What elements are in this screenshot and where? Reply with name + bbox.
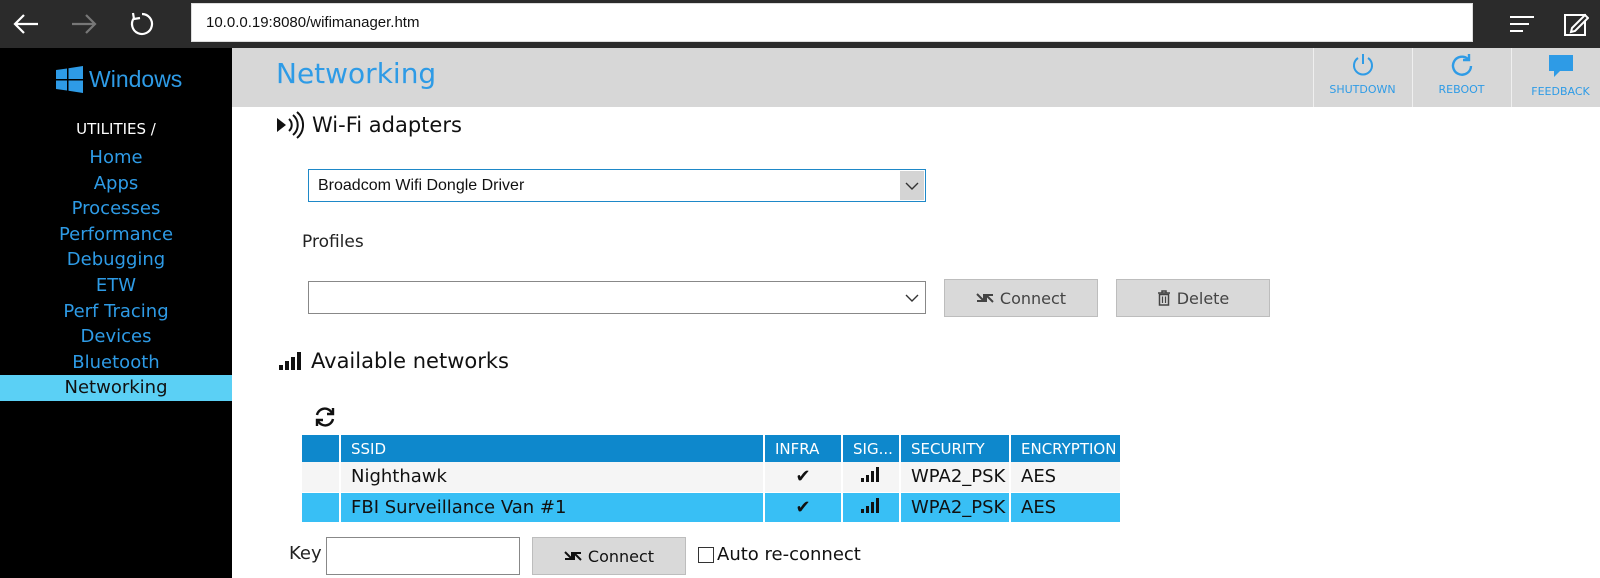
feedback-label: FEEDBACK — [1531, 85, 1590, 98]
windows-logo: Windows — [56, 66, 182, 93]
refresh-button[interactable] — [122, 6, 162, 42]
forward-button[interactable] — [64, 6, 104, 42]
key-label: Key — [289, 543, 322, 564]
sidebar-item-devices[interactable]: Devices — [0, 324, 232, 350]
security-cell: WPA2_PSK — [900, 492, 1011, 523]
sidebar-item-networking[interactable]: Networking — [0, 375, 232, 401]
auto-reconnect-label: Auto re-connect — [717, 544, 861, 565]
column-header-signal[interactable]: SIG... — [842, 435, 901, 462]
auto-reconnect-checkbox[interactable]: Auto re-connect — [698, 544, 861, 565]
power-icon — [1352, 54, 1373, 76]
adapter-dropdown-arrow[interactable] — [900, 171, 924, 200]
sidebar-item-bluetooth[interactable]: Bluetooth — [0, 350, 232, 376]
sidebar-item-perf-tracing[interactable]: Perf Tracing — [0, 299, 232, 325]
sidebar-item-apps[interactable]: Apps — [0, 171, 232, 197]
available-networks-title: Available networks — [311, 349, 509, 373]
network-connect-button[interactable]: Connect — [532, 537, 686, 575]
adapter-select-value: Broadcom Wifi Dongle Driver — [318, 176, 525, 194]
profile-delete-label: Delete — [1176, 288, 1230, 308]
web-note-icon — [1564, 13, 1589, 36]
ssid-cell: FBI Surveillance Van #1 — [340, 492, 765, 523]
feedback-icon — [1548, 55, 1573, 77]
column-header-ssid[interactable]: SSID — [340, 435, 765, 462]
sidebar-item-performance[interactable]: Performance — [0, 222, 232, 248]
signal-cell — [842, 492, 901, 523]
sidebar-item-home[interactable]: Home — [0, 145, 232, 171]
profile-delete-button[interactable]: Delete — [1116, 279, 1270, 317]
profile-connect-label: Connect — [999, 288, 1067, 308]
back-button[interactable] — [6, 6, 46, 42]
connect-icon — [564, 551, 582, 561]
row-select-cell[interactable] — [302, 492, 341, 523]
trash-icon — [1157, 290, 1170, 306]
signal-bars-icon — [279, 352, 301, 370]
wifi-adapters-heading: Wi-Fi adapters — [276, 110, 462, 140]
arrow-right-icon — [72, 14, 97, 34]
shutdown-label: SHUTDOWN — [1329, 83, 1396, 96]
ssid-cell: Nighthawk — [340, 462, 765, 493]
reboot-label: REBOOT — [1438, 83, 1485, 96]
signal-cell — [842, 462, 901, 493]
checkbox-box[interactable] — [698, 546, 714, 563]
infra-cell: ✔ — [764, 492, 843, 523]
column-header-security[interactable]: SECURITY — [900, 435, 1011, 462]
profile-select[interactable] — [308, 281, 926, 314]
arrow-left-icon — [13, 14, 38, 34]
page-title: Networking — [276, 57, 437, 90]
reboot-icon — [1451, 54, 1472, 76]
profile-dropdown-arrow[interactable] — [900, 283, 924, 312]
networks-table: SSID INFRA SIG... SECURITY ENCRYPTION Ni… — [302, 435, 1120, 523]
hub-icon — [1510, 16, 1534, 32]
chevron-down-icon — [905, 294, 919, 302]
column-header-encryption[interactable]: ENCRYPTION — [1010, 435, 1120, 462]
windows-icon — [56, 66, 83, 93]
row-select-cell[interactable] — [302, 462, 341, 493]
table-row[interactable]: Nighthawk ✔ WPA2_PSK AES — [302, 462, 1120, 493]
web-note-button[interactable] — [1556, 6, 1596, 42]
infra-cell: ✔ — [764, 462, 843, 493]
address-bar[interactable]: 10.0.0.19:8080/wifimanager.htm — [191, 3, 1473, 42]
connect-icon — [976, 293, 994, 303]
utilities-heading: UTILITIES / — [76, 120, 156, 138]
wifi-broadcast-icon — [277, 111, 304, 139]
column-header-infra[interactable]: INFRA — [764, 435, 843, 462]
column-header-select — [302, 435, 341, 462]
sidebar-item-processes[interactable]: Processes — [0, 196, 232, 222]
address-text: 10.0.0.19:8080/wifimanager.htm — [206, 14, 420, 31]
network-connect-label: Connect — [587, 546, 655, 566]
available-networks-heading: Available networks — [279, 349, 509, 373]
hub-button[interactable] — [1502, 6, 1542, 42]
encryption-cell: AES — [1010, 492, 1120, 523]
profile-connect-button[interactable]: Connect — [944, 279, 1098, 317]
table-row[interactable]: FBI Surveillance Van #1 ✔ WPA2_PSK AES — [302, 492, 1120, 523]
feedback-button[interactable]: FEEDBACK — [1511, 48, 1600, 107]
sidebar-item-debugging[interactable]: Debugging — [0, 247, 232, 273]
refresh-icon — [315, 407, 335, 427]
browser-toolbar: 10.0.0.19:8080/wifimanager.htm — [0, 0, 1600, 48]
profiles-label: Profiles — [302, 232, 364, 252]
encryption-cell: AES — [1010, 462, 1120, 493]
sidebar-nav: Home Apps Processes Performance Debuggin… — [0, 145, 232, 401]
adapter-select[interactable]: Broadcom Wifi Dongle Driver — [308, 169, 926, 202]
logo-text: Windows — [89, 66, 183, 92]
sidebar-item-etw[interactable]: ETW — [0, 273, 232, 299]
shutdown-button[interactable]: SHUTDOWN — [1313, 48, 1411, 107]
chevron-down-icon — [905, 182, 919, 190]
reboot-button[interactable]: REBOOT — [1412, 48, 1510, 107]
signal-bars-icon — [861, 467, 879, 483]
wifi-adapters-title: Wi-Fi adapters — [312, 113, 462, 137]
key-input[interactable] — [326, 537, 520, 575]
refresh-icon — [130, 12, 154, 36]
security-cell: WPA2_PSK — [900, 462, 1011, 493]
table-header-row: SSID INFRA SIG... SECURITY ENCRYPTION — [302, 435, 1120, 462]
page-header: Networking SHUTDOWN REBOOT FEEDBACK — [232, 48, 1600, 107]
refresh-networks-button[interactable] — [314, 406, 336, 428]
signal-bars-icon — [861, 497, 879, 513]
